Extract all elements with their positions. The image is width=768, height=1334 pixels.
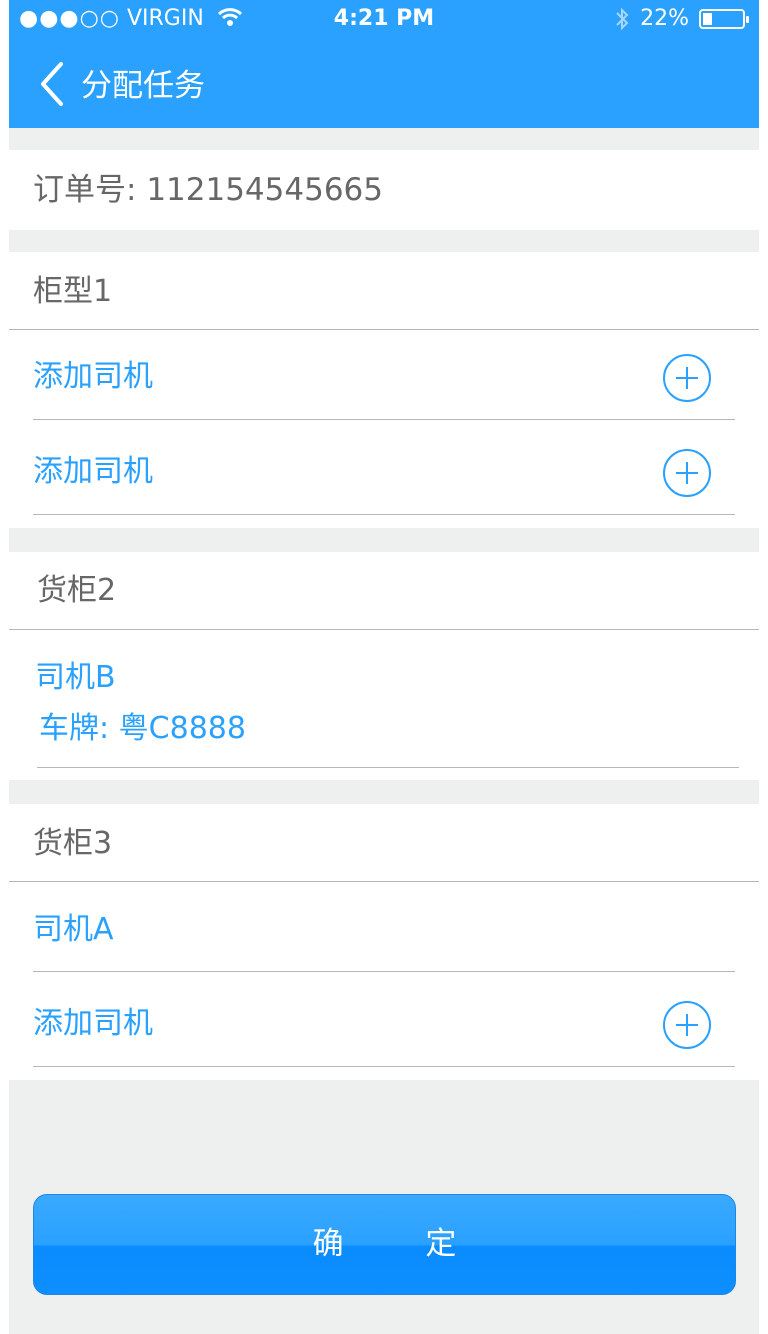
divider <box>9 629 759 630</box>
container-section-3: 货柜3 司机A 添加司机 <box>9 804 759 1080</box>
battery-icon <box>699 8 749 29</box>
add-driver-button[interactable]: 添加司机 <box>33 359 153 395</box>
status-right: 22% <box>614 6 749 31</box>
container-section-2: 货柜2 司机B 车牌: 粤C8888 <box>9 552 759 780</box>
order-number: 112154545665 <box>146 172 383 208</box>
section-title: 货柜3 <box>33 826 113 861</box>
nav-bar: 分配任务 <box>9 40 759 128</box>
driver-name[interactable]: 司机B <box>35 660 116 696</box>
add-driver-button[interactable]: 添加司机 <box>33 454 153 490</box>
order-label: 订单号: <box>33 172 137 208</box>
phone-screen: ●●●○○ VIRGIN 4:21 PM 22% 分配任务 订单号: 11215… <box>9 0 759 1334</box>
license-plate: 车牌: 粤C8888 <box>39 711 246 747</box>
plus-circle-icon[interactable] <box>663 354 711 402</box>
divider <box>33 419 735 420</box>
order-row: 订单号: 112154545665 <box>9 150 759 230</box>
bluetooth-icon <box>616 7 629 30</box>
divider <box>9 329 759 330</box>
plus-circle-icon[interactable] <box>663 449 711 497</box>
plate-label: 车牌: <box>39 711 110 746</box>
order-number-line: 订单号: 112154545665 <box>33 170 383 210</box>
divider <box>33 514 735 515</box>
status-bar: ●●●○○ VIRGIN 4:21 PM 22% <box>9 0 759 40</box>
add-driver-button[interactable]: 添加司机 <box>33 1006 153 1042</box>
divider <box>9 881 759 882</box>
divider <box>33 1066 735 1067</box>
container-section-1: 柜型1 添加司机 添加司机 <box>9 252 759 528</box>
section-title: 货柜2 <box>37 573 117 608</box>
battery-percent: 22% <box>640 6 689 31</box>
back-chevron-icon[interactable] <box>31 58 75 110</box>
divider <box>33 971 735 972</box>
driver-name[interactable]: 司机A <box>33 912 114 948</box>
top-bar: ●●●○○ VIRGIN 4:21 PM 22% 分配任务 <box>9 0 759 128</box>
divider <box>37 767 739 768</box>
page-title: 分配任务 <box>81 68 205 104</box>
plus-circle-icon[interactable] <box>663 1001 711 1049</box>
plate-number: 粤C8888 <box>118 711 246 746</box>
section-title: 柜型1 <box>33 274 113 309</box>
confirm-button[interactable]: 确 定 <box>33 1194 736 1295</box>
